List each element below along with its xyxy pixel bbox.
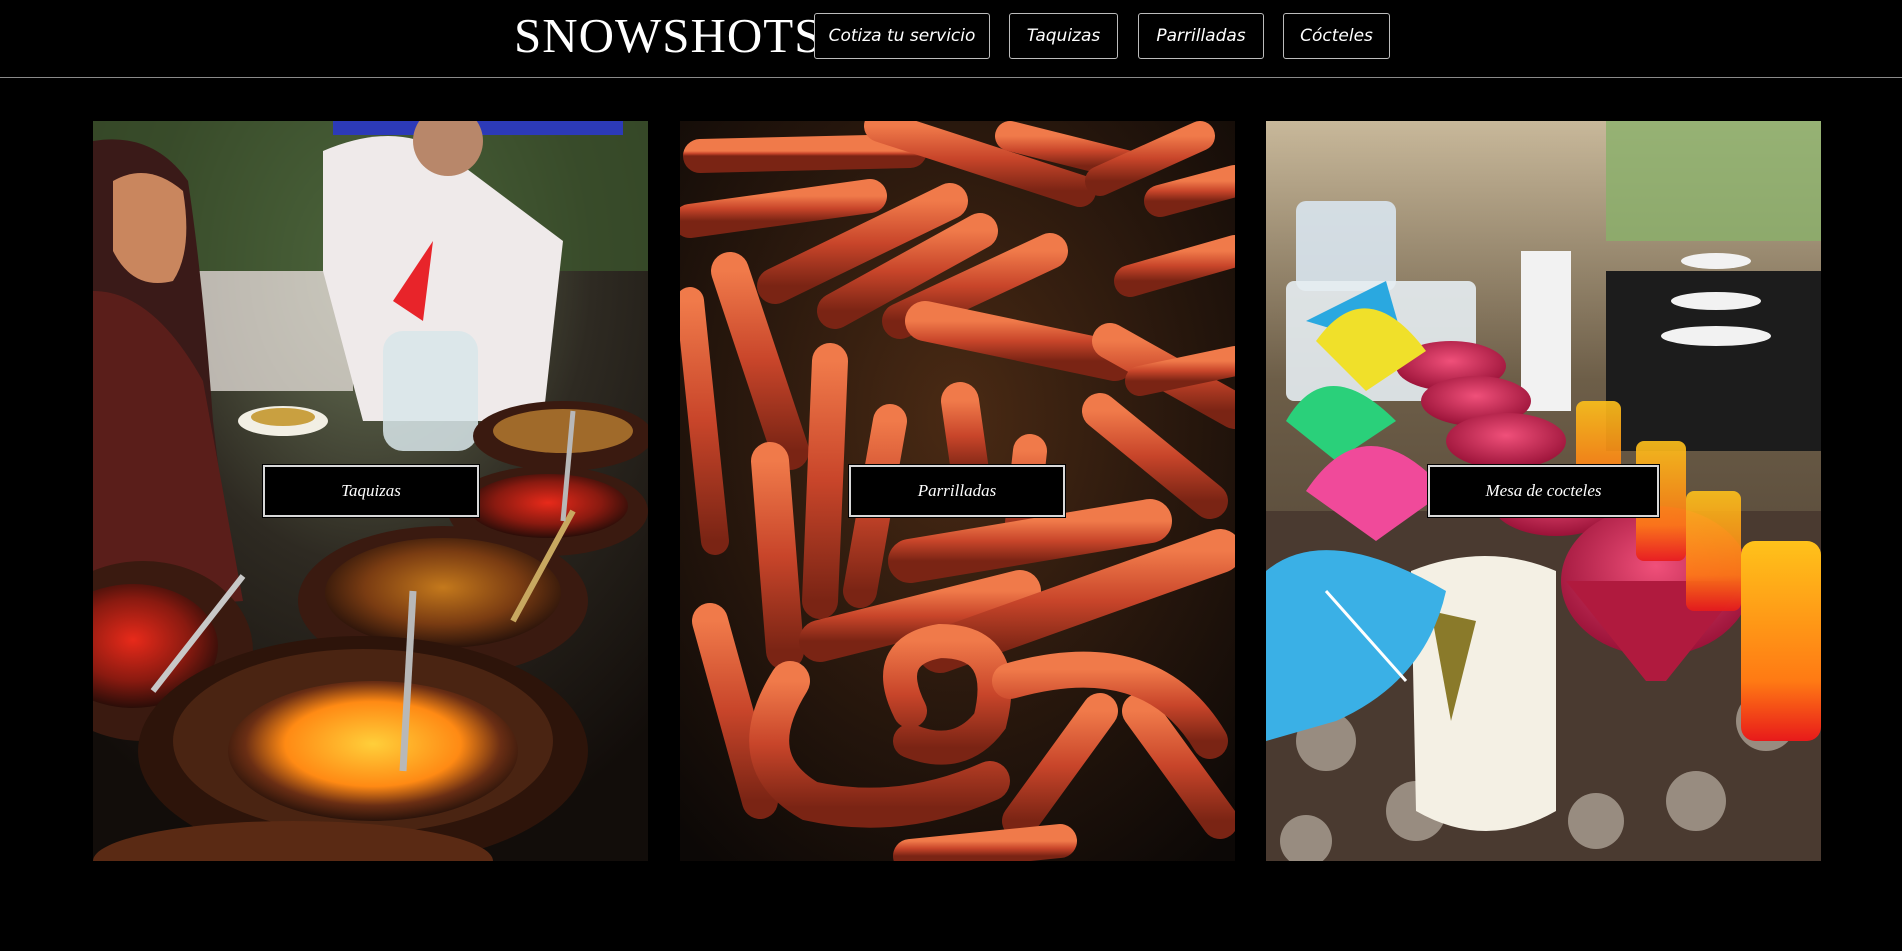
card-label-taquizas[interactable]: Taquizas [262,464,480,518]
nav-taquizas-button[interactable]: Taquizas [1009,13,1118,59]
card-label-cocteles[interactable]: Mesa de cocteles [1427,464,1660,518]
nav-parrilladas-button[interactable]: Parrilladas [1138,13,1264,59]
service-card-parrilladas[interactable]: Parrilladas [680,121,1235,861]
site-header: SNOWSHOTS Cotiza tu servicio Taquizas Pa… [0,0,1902,78]
brand-logo[interactable]: SNOWSHOTS [514,6,822,66]
service-card-cocteles[interactable]: Mesa de cocteles [1266,121,1821,861]
card-label-parrilladas[interactable]: Parrilladas [848,464,1066,518]
nav-cocteles-button[interactable]: Cócteles [1283,13,1390,59]
nav-quote-button[interactable]: Cotiza tu servicio [814,13,990,59]
service-card-taquizas[interactable]: Taquizas [93,121,648,861]
